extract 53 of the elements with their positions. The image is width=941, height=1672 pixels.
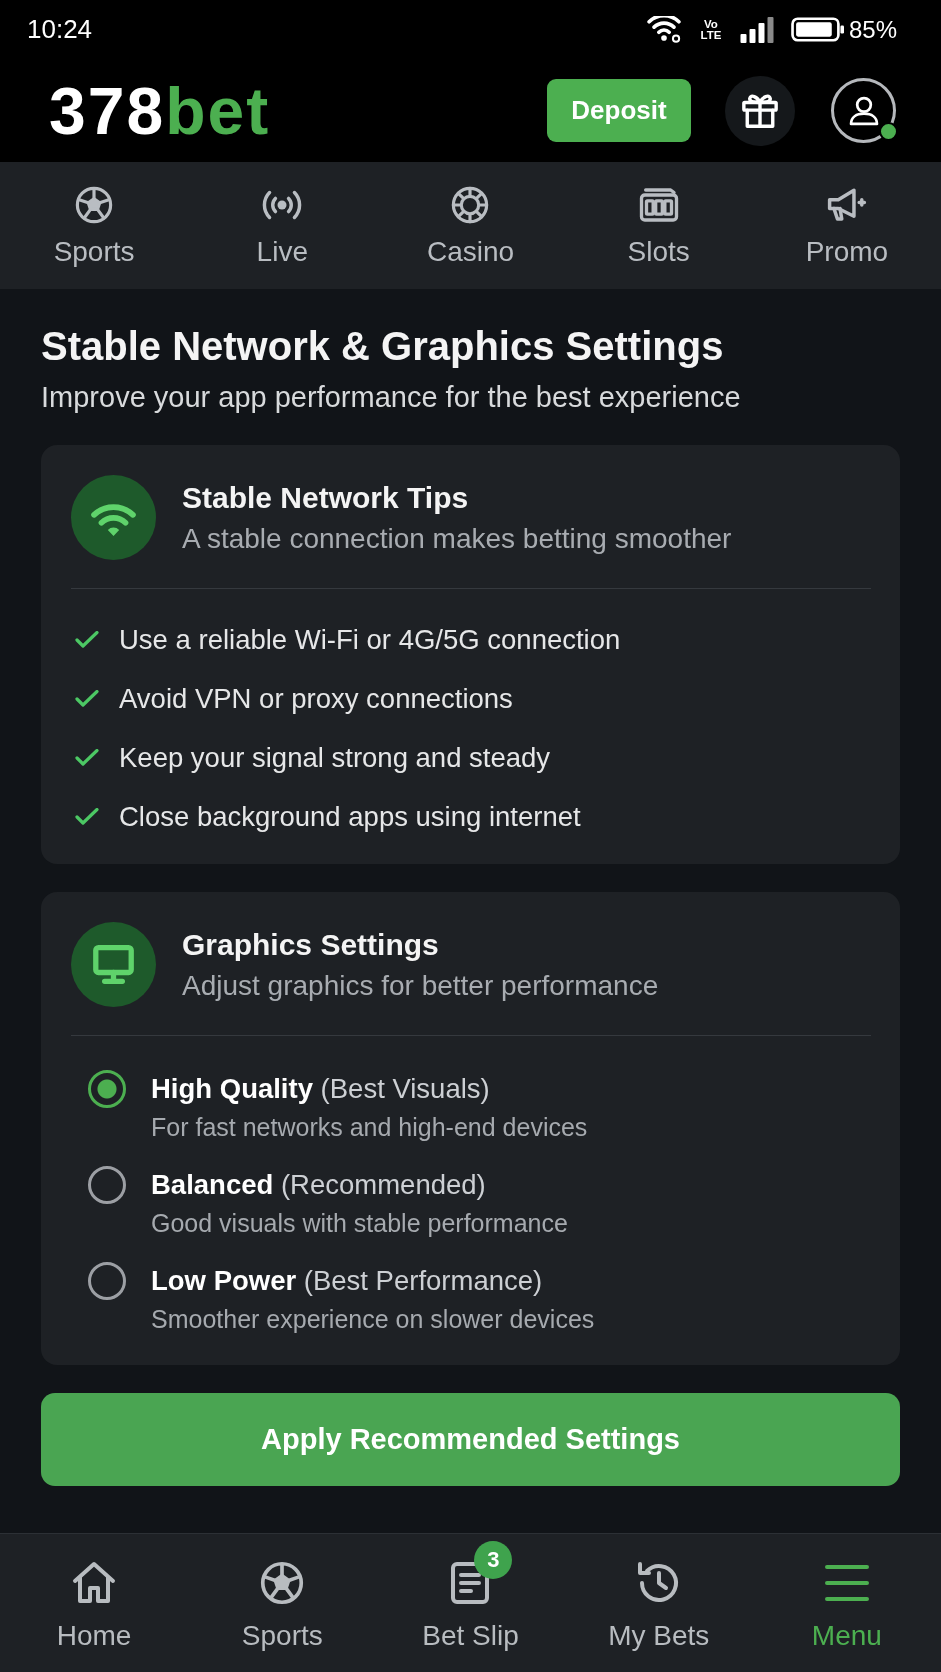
ball-icon <box>74 186 115 224</box>
check-icon <box>75 808 99 825</box>
option-description: Smoother experience on slower devices <box>151 1305 595 1333</box>
count-badge: 3 <box>474 1541 513 1579</box>
nav-tab[interactable]: Promo <box>752 162 941 289</box>
page-title: Stable Network & Graphics Settings <box>41 323 725 369</box>
tip-text: Close background apps using internet <box>119 800 581 833</box>
option-description: Good visuals with stable performance <box>151 1209 568 1237</box>
option-description: For fast networks and high-end devices <box>151 1113 588 1141</box>
profile-button[interactable] <box>831 78 896 143</box>
card-title: Graphics Settings <box>182 927 440 962</box>
radio-button[interactable] <box>88 1262 126 1300</box>
nav-tab[interactable]: Casino <box>376 162 565 289</box>
tip-text: Use a reliable Wi-Fi or 4G/5G connection <box>119 623 621 656</box>
bottom-nav-tab[interactable]: Menu <box>752 1534 941 1672</box>
nav-tab[interactable]: Live <box>188 162 377 289</box>
history-icon <box>636 1561 681 1605</box>
bottom-nav-tab[interactable]: Home <box>0 1534 189 1672</box>
logo: 378bet <box>49 77 271 144</box>
check-icon <box>75 631 99 648</box>
wifi-icon <box>71 475 156 560</box>
radio-button[interactable] <box>88 1166 126 1204</box>
signal-icon <box>739 16 774 43</box>
bottom-nav-tab[interactable]: Sports <box>188 1534 377 1672</box>
battery-icon <box>790 17 844 42</box>
battery-percentage: 85% <box>848 15 897 44</box>
card-subtitle: A stable connection makes betting smoother <box>182 522 732 555</box>
tip-text: Keep your signal strong and steady <box>119 741 551 774</box>
wifi-icon <box>646 16 681 43</box>
option-label: Low Power (Best Performance) <box>151 1265 544 1297</box>
nav-tab[interactable]: Sports <box>0 162 189 289</box>
bottom-nav-tab[interactable]: 3 Bet Slip <box>376 1534 565 1672</box>
megaphone-icon <box>826 186 867 224</box>
check-icon <box>75 749 99 766</box>
option-label: Balanced (Recommended) <box>151 1169 487 1201</box>
gift-icon <box>742 93 778 128</box>
person-icon <box>848 95 879 126</box>
bottom-nav-tab[interactable]: My Bets <box>564 1534 753 1672</box>
card-title: Stable Network Tips <box>182 480 470 515</box>
home-icon <box>72 1561 117 1605</box>
poker-chip-icon <box>450 186 491 224</box>
radio-button[interactable] <box>88 1070 126 1108</box>
nav-tab[interactable]: Slots <box>564 162 753 289</box>
option-label: High Quality (Best Visuals) <box>151 1073 491 1105</box>
status-time: 10:24 <box>27 14 93 45</box>
ball-icon <box>260 1561 305 1605</box>
monitor-icon <box>71 922 156 1007</box>
tip-text: Avoid VPN or proxy connections <box>119 682 513 715</box>
network-type-label: Vo LTE <box>699 18 723 41</box>
card-subtitle: Adjust graphics for better performance <box>182 969 659 1002</box>
page-subtitle: Improve your app performance for the best experience <box>41 381 742 413</box>
check-icon <box>75 690 99 707</box>
slot-machine-icon <box>638 186 679 224</box>
